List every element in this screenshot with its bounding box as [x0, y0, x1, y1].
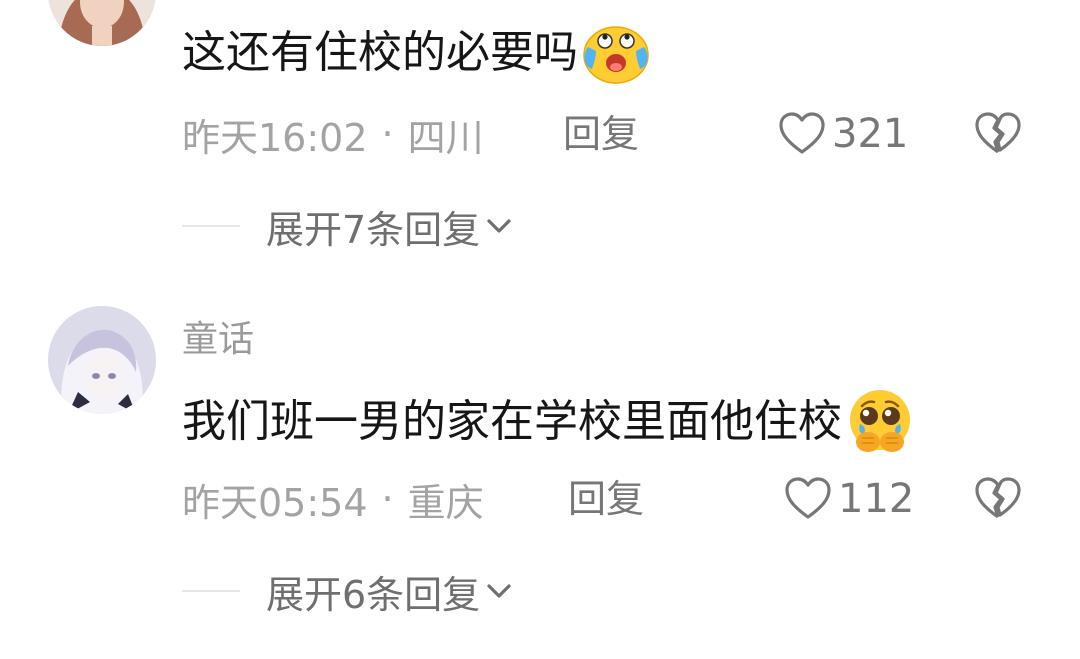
- like-button[interactable]: 112: [784, 474, 914, 524]
- reply-button[interactable]: 回复: [568, 474, 644, 524]
- meta-separator: ·: [381, 112, 394, 156]
- meta-separator: ·: [381, 477, 394, 521]
- chevron-down-icon: [487, 219, 511, 233]
- comment-text: 这还有住校的必要吗: [182, 17, 652, 89]
- expand-replies-label: 展开6条回复: [266, 572, 481, 617]
- comment-text: 我们班一男的家在学校里面他住校: [182, 386, 916, 458]
- comment-item: 这还有住校的必要吗 昨天16:02 · 四川 回复 321 展开7条回复: [0, 0, 1080, 290]
- avatar-image: [48, 0, 156, 46]
- comment-list: 这还有住校的必要吗 昨天16:02 · 四川 回复 321 展开7条回复 童话 …: [0, 0, 1080, 659]
- comment-location: 重庆: [407, 480, 484, 525]
- expand-replies-label: 展开7条回复: [266, 207, 481, 252]
- reply-button[interactable]: 回复: [563, 109, 639, 159]
- pleading-crying-emoji: [850, 390, 910, 452]
- crying-laughing-emoji: [583, 26, 649, 84]
- comment-time: 昨天16:02: [182, 115, 368, 160]
- expand-divider: [182, 225, 240, 227]
- heart-outline-icon: [785, 477, 831, 519]
- like-button[interactable]: 321: [778, 109, 908, 159]
- comment-time: 昨天05:54: [182, 480, 368, 525]
- comment-text-content: 这还有住校的必要吗: [182, 27, 578, 78]
- comment-text-content: 我们班一男的家在学校里面他住校: [182, 396, 842, 447]
- broken-heart-icon[interactable]: [974, 475, 1022, 523]
- comment-meta: 昨天05:54 · 重庆: [182, 474, 484, 525]
- comment-item: 童话 我们班一男的家在学校里面他住校 昨天05:54 · 重庆 回复 112 展…: [0, 290, 1080, 659]
- user-avatar[interactable]: [48, 306, 156, 414]
- comment-username[interactable]: 童话: [182, 318, 254, 362]
- comment-meta: 昨天16:02 · 四川: [182, 109, 484, 160]
- expand-replies-button[interactable]: 展开7条回复: [182, 201, 514, 252]
- expand-replies-button[interactable]: 展开6条回复: [182, 566, 514, 617]
- expand-divider: [182, 590, 240, 592]
- comment-location: 四川: [407, 115, 484, 160]
- avatar-image: [48, 306, 156, 414]
- like-count: 112: [838, 476, 915, 522]
- broken-heart-icon[interactable]: [974, 110, 1022, 158]
- chevron-down-icon: [487, 584, 511, 598]
- heart-outline-icon: [779, 112, 825, 154]
- like-count: 321: [832, 111, 909, 157]
- user-avatar[interactable]: [48, 0, 156, 46]
